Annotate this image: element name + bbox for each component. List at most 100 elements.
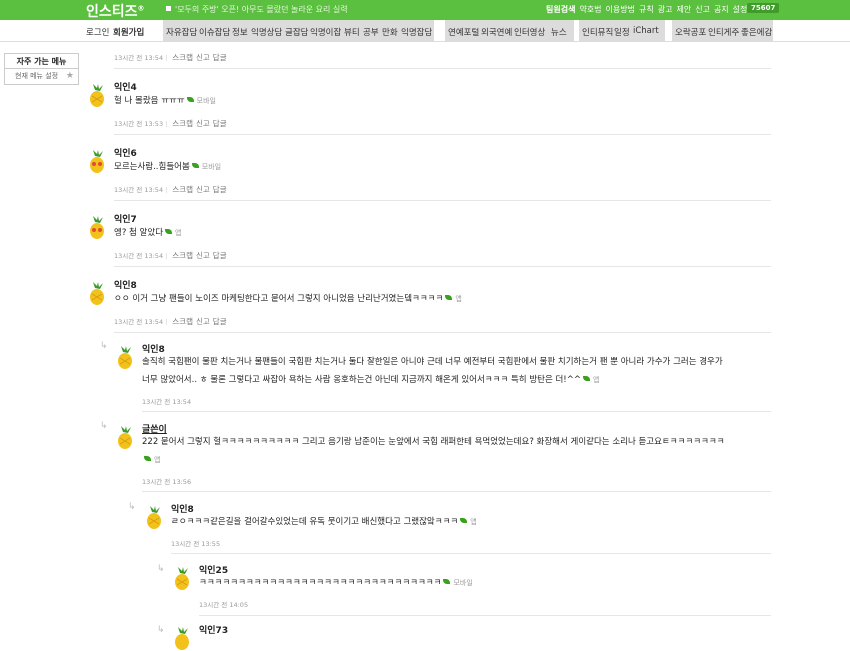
divider — [142, 491, 771, 492]
comment-text-row: ㅋㅋㅋㅋㅋㅋㅋㅋㅋㅋㅋㅋㅋㅋㅋㅋㅋㅋㅋㅋㅋㅋㅋㅋㅋㅋㅋㅋㅋㅋㅋ 모바일 — [199, 574, 473, 593]
menu-item-good[interactable]: 좋은에감 — [741, 26, 772, 38]
comment-meta: 13시간 전 13:54 | 스크랩 신고 답글 — [114, 53, 227, 62]
scrap-link[interactable]: 스크랩 — [172, 251, 193, 260]
comment-time: 13시간 전 13:54 — [114, 186, 164, 194]
divider — [171, 553, 771, 554]
top-link-notice[interactable]: 공지 — [714, 5, 729, 14]
device-label: 모바일 — [453, 579, 473, 587]
comment-meta: 13시간 전 13:55 — [171, 538, 220, 548]
leaf-icon — [445, 295, 453, 300]
scrap-link[interactable]: 스크랩 — [172, 119, 193, 128]
promo-banner[interactable]: '모두의 주방' 오픈! 아무도 몰랐던 놀라운 요리 실력 — [166, 4, 348, 15]
comment-text: ㅋㅋㅋㅋㅋㅋㅋㅋㅋㅋㅋㅋㅋㅋㅋㅋㅋㅋㅋㅋㅋㅋㅋㅋㅋㅋㅋㅋㅋㅋㅋ — [199, 578, 442, 588]
square-icon — [166, 6, 171, 11]
reply-link[interactable]: 답글 — [213, 119, 227, 128]
menu-item-free-talk[interactable]: 자유잡담 — [166, 26, 197, 38]
comment-meta: 13시간 전 14:05 — [199, 599, 248, 609]
pineapple-avatar-icon — [118, 426, 132, 449]
comment-meta: 13시간 전 13:54 | 스크랩 신고 답글 — [114, 251, 227, 260]
comment-meta: 13시간 전 13:54 | 스크랩 신고 답글 — [114, 185, 227, 194]
pineapple-avatar-icon — [147, 506, 161, 529]
comment-text-row: 너무 많았어서.. ㅎ 물론 그렇다고 싸잡아 욕하는 사람 옹호하는건 아닌데… — [142, 371, 599, 390]
device-label: 앱 — [455, 295, 462, 303]
comment-text-row: 엥? 첨 알았다 앱 — [114, 224, 181, 243]
divider — [114, 68, 771, 69]
comment-text: 엥? 첨 알았다 — [114, 228, 164, 238]
reply-link[interactable]: 답글 — [213, 53, 227, 62]
comment-time: 13시간 전 13:53 — [114, 120, 164, 128]
scrap-link[interactable]: 스크랩 — [172, 185, 193, 194]
site-logo[interactable]: 인스티즈® — [86, 1, 145, 21]
comment-text-row: ㅇㅇ 이거 그냥 팬들이 노이즈 마케팅한다고 뭍어서 그렇지 아니었음 난리난… — [114, 290, 462, 309]
reply-link[interactable]: 답글 — [213, 251, 227, 260]
menu-item-news[interactable]: 뉴스 — [551, 26, 567, 38]
comment-time: 13시간 전 13:54 — [114, 318, 164, 326]
menu-item-schedule[interactable]: 일정 — [614, 26, 630, 38]
scrap-link[interactable]: 스크랩 — [172, 317, 193, 326]
comment-meta: 13시간 전 13:56 — [142, 476, 191, 486]
comment-meta: 13시간 전 13:53 | 스크랩 신고 답글 — [114, 119, 227, 128]
comment-text: 모르는사람..힘들어봄 — [114, 162, 190, 172]
menu-item-horror[interactable]: 오락공포 — [675, 26, 706, 38]
menu-item-ent-portal[interactable]: 연예포털 — [448, 26, 479, 38]
top-link-rules[interactable]: 규칙 — [639, 5, 654, 14]
leaf-icon — [144, 456, 151, 461]
pineapple-avatar-icon — [118, 346, 132, 369]
divider — [114, 200, 771, 201]
menu-item-ichart[interactable]: iChart — [633, 26, 659, 36]
pineapple-avatar-icon — [90, 282, 104, 305]
menu-item-foreign-ent[interactable]: 외국연예 — [481, 26, 512, 38]
report-link[interactable]: 신고 — [196, 53, 210, 62]
comment-time: 13시간 전 13:54 — [142, 398, 192, 406]
login-link[interactable]: 로그인 — [86, 26, 109, 38]
menu-item-beauty[interactable]: 뷰티 — [344, 26, 360, 38]
comment-time: 13시간 전 13:56 — [142, 478, 192, 486]
menu-item-videos[interactable]: 인터영상 — [514, 26, 545, 38]
top-link-howto[interactable]: 이용방법 — [606, 5, 635, 14]
divider — [114, 332, 771, 333]
comment-text: 솔직히 국힙팬이 물판 치는거나 물팬들이 국힙판 치는거나 둘다 잘한일은 아… — [142, 357, 723, 367]
report-link[interactable]: 신고 — [196, 185, 210, 194]
divider — [199, 615, 771, 616]
signup-link[interactable]: 회원가입 — [113, 26, 144, 38]
comment-time: 13시간 전 14:05 — [199, 601, 249, 609]
device-label: 모바일 — [201, 163, 222, 171]
top-link-suggest[interactable]: 제안 — [676, 5, 691, 14]
top-link-settings[interactable]: 설정 — [733, 5, 748, 14]
comment-author[interactable]: 익인73 — [199, 623, 228, 636]
top-link-ads[interactable]: 광고 — [658, 5, 673, 14]
menu-item-intiju[interactable]: 인티게주 — [708, 26, 739, 38]
scrap-link[interactable]: 스크랩 — [172, 53, 193, 62]
menu-item-writing[interactable]: 글잡담 — [285, 26, 308, 38]
top-link-slang[interactable]: 약호법 — [579, 5, 601, 14]
menu-item-music[interactable]: 인티뮤직 — [582, 26, 613, 38]
reply-link[interactable]: 답글 — [213, 185, 227, 194]
star-icon[interactable]: ★ — [66, 69, 74, 84]
reply-arrow-icon: ↳ — [100, 421, 108, 431]
comment-meta: 13시간 전 13:54 — [142, 396, 191, 406]
menu-item-anon-talk[interactable]: 익명잡담 — [401, 26, 432, 38]
menu-item-comics[interactable]: 만화 — [382, 26, 398, 38]
top-link-report[interactable]: 신고 — [695, 5, 710, 14]
comment-time: 13시간 전 13:54 — [114, 252, 164, 260]
menu-item-anon-e[interactable]: 익명이잡 — [310, 26, 341, 38]
reply-arrow-icon: ↳ — [128, 502, 136, 512]
reply-link[interactable]: 답글 — [213, 317, 227, 326]
comment-text: ㅇㅇ 이거 그냥 팬들이 노이즈 마케팅한다고 뭍어서 그렇지 아니었음 난리난… — [114, 294, 444, 304]
comment-text: 헐 나 몰랐음 ㅠㅠㅠ — [114, 96, 185, 106]
pineapple-avatar-icon — [90, 84, 104, 107]
device-label: 앱 — [175, 229, 182, 237]
favorites-menu[interactable]: 자주 가는 메뉴 — [4, 53, 79, 69]
menu-item-issue-talk[interactable]: 이슈잡담 — [199, 26, 230, 38]
menu-item-study[interactable]: 공부 — [363, 26, 379, 38]
report-link[interactable]: 신고 — [196, 317, 210, 326]
leaf-icon — [460, 518, 468, 523]
divider — [114, 134, 771, 135]
menu-item-info[interactable]: 정보 — [232, 26, 248, 38]
top-link-member-search[interactable]: 팀원검색 — [546, 5, 575, 14]
menu-item-anon-counsel[interactable]: 익명상담 — [251, 26, 282, 38]
promo-text: '모두의 주방' 오픈! 아무도 몰랐던 놀라운 요리 실력 — [175, 5, 348, 14]
report-link[interactable]: 신고 — [196, 251, 210, 260]
report-link[interactable]: 신고 — [196, 119, 210, 128]
current-menu-setting[interactable]: 현재 메뉴 설정 ★ — [4, 69, 79, 85]
